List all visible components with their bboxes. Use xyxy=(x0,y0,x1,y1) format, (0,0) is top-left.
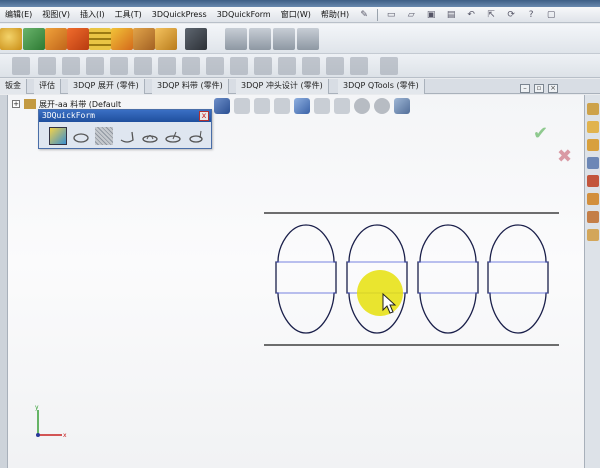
tab-3dqp-qtools[interactable]: 3DQP QTools (零件) xyxy=(338,79,425,94)
close-icon[interactable]: × xyxy=(548,84,558,93)
quickform-toolbar: 3DQuickForm x xyxy=(38,109,212,149)
sketched-bend-icon[interactable] xyxy=(134,57,152,75)
select-icon[interactable]: ⇱ xyxy=(484,9,498,21)
closed-corner-icon[interactable] xyxy=(182,57,200,75)
emboss-icon[interactable] xyxy=(95,127,113,145)
open-folder-icon[interactable]: ▱ xyxy=(404,9,418,21)
die-icon[interactable] xyxy=(273,28,295,50)
quickform-title[interactable]: 3DQuickForm xyxy=(39,110,211,122)
menu-window[interactable]: 窗口(W) xyxy=(276,7,316,23)
previous-view-icon[interactable] xyxy=(254,98,270,114)
view-palette-icon[interactable] xyxy=(587,175,599,187)
tab-3dqp-punch-design[interactable]: 3DQP 冲头设计 (零件) xyxy=(236,79,329,94)
wrench-icon[interactable] xyxy=(185,28,207,50)
custom-properties-icon[interactable] xyxy=(587,211,599,223)
tool-icon[interactable] xyxy=(297,28,319,50)
task-pane xyxy=(584,95,600,468)
design-library-icon[interactable] xyxy=(587,139,599,151)
hide-show-icon[interactable] xyxy=(334,98,350,114)
tab-evaluate[interactable]: 评估 xyxy=(34,79,61,94)
minimize-icon[interactable]: – xyxy=(520,84,530,93)
break-corner-icon[interactable] xyxy=(230,57,248,75)
file-explorer-icon[interactable] xyxy=(587,157,599,169)
blank-icon[interactable] xyxy=(133,28,155,50)
jog-icon[interactable] xyxy=(110,57,128,75)
help-icon[interactable]: ? xyxy=(524,9,538,21)
fold-icon[interactable] xyxy=(326,57,344,75)
appearances-icon[interactable] xyxy=(587,193,599,205)
tab-3dqp-strip[interactable]: 3DQP 料带 (零件) xyxy=(152,79,229,94)
flatten-icon[interactable] xyxy=(350,57,368,75)
resources-icon[interactable] xyxy=(587,121,599,133)
command-manager-tabs: 钣金 评估 3DQP 展开 (零件) 3DQP 料带 (零件) 3DQP 冲头设… xyxy=(0,79,600,94)
menu-help[interactable]: 帮助(H) xyxy=(316,7,354,23)
menu-tools[interactable]: 工具(T) xyxy=(110,7,147,23)
strip-layout-icon[interactable] xyxy=(111,28,133,50)
menu-edit[interactable]: 编辑(E) xyxy=(0,7,37,23)
appearance-icon[interactable] xyxy=(354,98,370,114)
menu-insert[interactable]: 插入(I) xyxy=(75,7,110,23)
grid-layout-icon[interactable] xyxy=(89,28,111,50)
heads-up-view-toolbar xyxy=(214,97,410,115)
extruded-hole-icon[interactable] xyxy=(187,127,205,145)
tab-sheet-metal[interactable]: 钣金 xyxy=(0,79,27,94)
dimple-icon[interactable] xyxy=(141,127,159,145)
confirm-cancel-icon[interactable]: ✖ xyxy=(557,148,575,166)
menu-bar: 编辑(E) 视图(V) 插入(I) 工具(T) 3DQuickPress 3DQ… xyxy=(0,7,600,23)
display-style-icon[interactable] xyxy=(314,98,330,114)
unfold-icon[interactable] xyxy=(302,57,320,75)
cross-break-icon[interactable] xyxy=(158,57,176,75)
menu-3dquickpress[interactable]: 3DQuickPress xyxy=(147,7,212,23)
sheet-metal-icon[interactable] xyxy=(67,28,89,50)
zoom-area-icon[interactable] xyxy=(234,98,250,114)
base-flange-icon[interactable] xyxy=(12,57,30,75)
confirm-ok-icon[interactable]: ✔ xyxy=(533,125,551,143)
part-icon xyxy=(24,99,36,109)
save-icon[interactable]: ▣ xyxy=(424,9,438,21)
view-panel-icon[interactable] xyxy=(225,28,247,50)
tile-icon[interactable]: ▫ xyxy=(534,84,544,93)
scene-icon[interactable] xyxy=(374,98,390,114)
miter-flange-icon[interactable] xyxy=(62,57,80,75)
document-window-controls: – ▫ × xyxy=(520,84,558,93)
zoom-to-fit-icon[interactable] xyxy=(214,98,230,114)
new-document-icon[interactable]: ▭ xyxy=(384,9,398,21)
undo-icon[interactable]: ↶ xyxy=(464,9,478,21)
bend-part-icon[interactable] xyxy=(23,28,45,50)
forum-icon[interactable] xyxy=(587,229,599,241)
home-icon[interactable] xyxy=(587,103,599,115)
feature-manager-collapse-bar[interactable] xyxy=(0,95,8,468)
rebuild-icon[interactable]: ⟳ xyxy=(504,9,518,21)
forming-tool-icon[interactable] xyxy=(254,57,272,75)
vent-icon[interactable] xyxy=(278,57,296,75)
view-settings-icon[interactable] xyxy=(394,98,410,114)
rip-icon[interactable] xyxy=(380,57,398,75)
section-view-icon[interactable] xyxy=(274,98,290,114)
quickform-close-button[interactable]: x xyxy=(199,111,209,121)
form-feature-icon[interactable] xyxy=(49,127,67,145)
edge-flange-icon[interactable] xyxy=(38,57,56,75)
punch-icon[interactable] xyxy=(155,28,177,50)
menu-view[interactable]: 视图(V) xyxy=(37,7,75,23)
view-orientation-icon[interactable] xyxy=(294,98,310,114)
hem-icon[interactable] xyxy=(86,57,104,75)
graphics-area[interactable] xyxy=(8,95,584,468)
louver-icon[interactable] xyxy=(164,127,182,145)
bead-icon[interactable] xyxy=(72,127,90,145)
secondary-toolbar xyxy=(0,54,600,78)
main-toolbar xyxy=(0,24,600,54)
flange-form-icon[interactable] xyxy=(118,127,136,145)
tab-3dqp-unfold[interactable]: 3DQP 展开 (零件) xyxy=(68,79,145,94)
gears-icon[interactable] xyxy=(0,28,22,50)
print-icon[interactable]: ▤ xyxy=(444,9,458,21)
pin-icon[interactable]: ✎ xyxy=(357,9,371,21)
expand-icon[interactable]: + xyxy=(12,100,20,108)
tree-item-label: 展开-aa 料带 (Default xyxy=(39,99,122,109)
welded-corner-icon[interactable] xyxy=(206,57,224,75)
restore-icon[interactable]: ▢ xyxy=(544,9,558,21)
flange-icon[interactable] xyxy=(45,28,67,50)
split-view-icon[interactable] xyxy=(249,28,271,50)
menu-3dquickform[interactable]: 3DQuickForm xyxy=(212,7,276,23)
